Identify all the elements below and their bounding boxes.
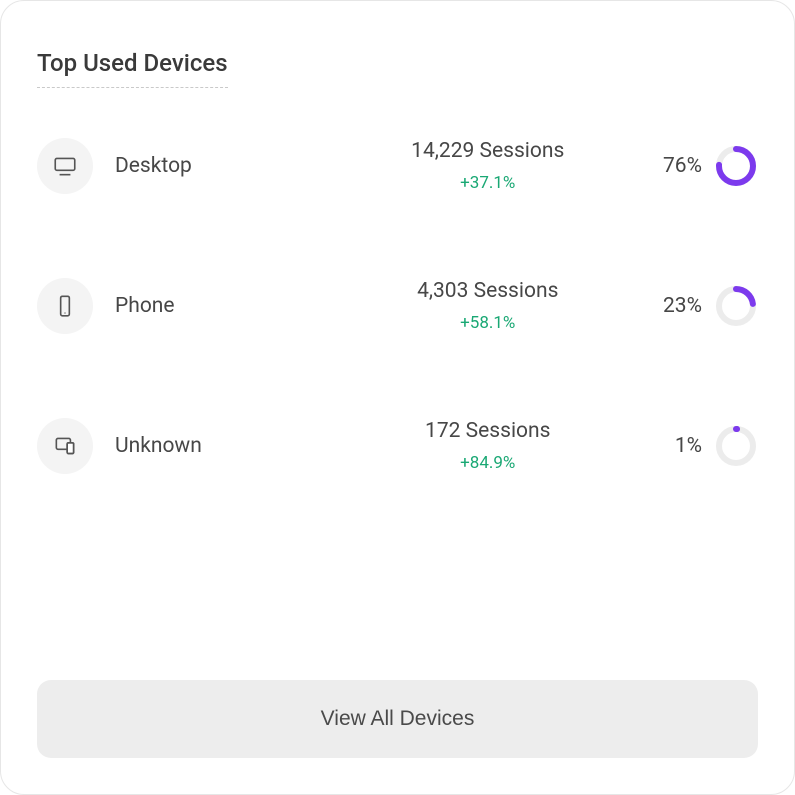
view-all-devices-button[interactable]: View All Devices xyxy=(37,680,758,758)
device-name: Desktop xyxy=(97,154,358,178)
device-sessions-col: 172 Sessions +84.9% xyxy=(358,419,619,473)
device-name-text: Unknown xyxy=(115,434,202,458)
device-percent-label: 23% xyxy=(663,294,702,318)
device-percent-col: 1% xyxy=(618,424,758,468)
sessions-suffix: Sessions xyxy=(474,139,564,163)
device-percent-col: 23% xyxy=(618,284,758,328)
device-sessions: 4,303 Sessions xyxy=(358,279,619,303)
donut-chart xyxy=(714,284,758,328)
desktop-icon xyxy=(37,138,93,194)
device-name-text: Desktop xyxy=(115,154,192,178)
device-change: +84.9% xyxy=(358,453,619,473)
device-percent-label: 1% xyxy=(675,434,702,458)
device-sessions-value: 172 xyxy=(425,419,460,443)
card-title: Top Used Devices xyxy=(37,49,228,88)
device-sessions-value: 14,229 xyxy=(411,139,474,163)
unknown-device-icon xyxy=(37,418,93,474)
device-name-text: Phone xyxy=(115,294,175,318)
device-row-unknown: Unknown 172 Sessions +84.9% 1% xyxy=(37,418,758,474)
device-name: Unknown xyxy=(97,434,358,458)
device-row-phone: Phone 4,303 Sessions +58.1% 23% xyxy=(37,278,758,334)
device-change: +58.1% xyxy=(358,313,619,333)
donut-chart xyxy=(714,424,758,468)
device-rows: Desktop 14,229 Sessions +37.1% 76% Pho xyxy=(37,138,758,474)
sessions-suffix: Sessions xyxy=(460,419,550,443)
device-sessions-col: 4,303 Sessions +58.1% xyxy=(358,279,619,333)
phone-icon xyxy=(37,278,93,334)
sessions-suffix: Sessions xyxy=(468,279,558,303)
donut-chart xyxy=(714,144,758,188)
device-sessions: 14,229 Sessions xyxy=(358,139,619,163)
device-sessions: 172 Sessions xyxy=(358,419,619,443)
device-sessions-value: 4,303 xyxy=(417,279,468,303)
top-used-devices-card: Top Used Devices Desktop 14,229 Sessions… xyxy=(0,0,795,795)
device-percent-col: 76% xyxy=(618,144,758,188)
device-percent-label: 76% xyxy=(663,154,702,178)
device-change: +37.1% xyxy=(358,173,619,193)
device-sessions-col: 14,229 Sessions +37.1% xyxy=(358,139,619,193)
device-name: Phone xyxy=(97,294,358,318)
device-row-desktop: Desktop 14,229 Sessions +37.1% 76% xyxy=(37,138,758,194)
